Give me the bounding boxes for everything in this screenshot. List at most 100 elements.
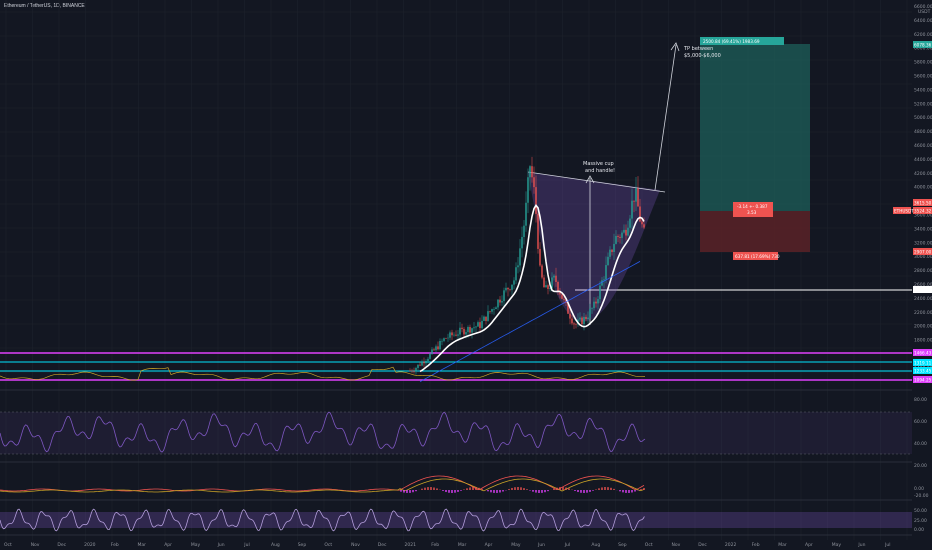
candle-body: [529, 166, 531, 178]
candle-body: [469, 326, 471, 333]
chart-canvas[interactable]: Massive cup and handle! TP between $5,00…: [0, 0, 932, 550]
candle-body: [545, 285, 547, 288]
candle-body: [643, 224, 645, 228]
cup-annotation-1: Massive cup: [583, 161, 614, 167]
candle-body: [573, 323, 575, 325]
indicator-tick: -20.00: [914, 493, 929, 499]
candle-body: [613, 243, 615, 252]
price-tick: 6200.00: [914, 32, 932, 38]
indicator-tick: 0.00: [914, 486, 924, 492]
price-badge-label: 1233.45: [914, 369, 932, 374]
indicator-tick: 20.00: [914, 463, 927, 469]
time-tick: Oct: [645, 542, 653, 548]
candle-body: [571, 318, 573, 324]
time-tick: Mar: [458, 542, 467, 548]
candle-body: [539, 248, 541, 266]
price-tick: 4600.00: [914, 143, 932, 149]
macd-line: [0, 475, 645, 492]
price-badge-label: 1319.11: [914, 361, 932, 366]
indicator-tick: 50.00: [914, 508, 927, 514]
candle-body: [629, 218, 631, 228]
price-tick: 5400.00: [914, 87, 932, 93]
candle-body: [593, 301, 595, 309]
target-label: 2500.84 (69.41%) 1983.69: [703, 39, 760, 44]
candle-body: [563, 298, 565, 300]
candle-body: [625, 229, 627, 236]
time-tick: May: [191, 542, 201, 548]
time-tick: 2021: [405, 542, 417, 548]
candle-body: [541, 265, 543, 278]
candle-body: [413, 371, 415, 372]
price-badge-label: 1094.25: [914, 378, 932, 383]
candle-body: [523, 225, 525, 237]
candle-body: [503, 290, 505, 302]
candle-body: [455, 334, 457, 336]
indicator-tick: 0.00: [914, 527, 924, 533]
take-profit-zone[interactable]: [700, 44, 810, 211]
price-badge-label: 1466.43: [914, 351, 932, 356]
candle-body: [461, 327, 463, 329]
candle-body: [445, 338, 447, 339]
price-badge-label: 6078.36: [914, 43, 932, 48]
time-tick: Mar: [138, 542, 147, 548]
cup-annotation-2: and handle!: [585, 168, 615, 174]
ma-blue-line: [419, 261, 641, 383]
time-tick: Jun: [217, 542, 225, 548]
candle-body: [443, 338, 445, 341]
svg-text:USDT: USDT: [918, 9, 931, 15]
time-tick: Dec: [378, 542, 387, 548]
price-tick: 3200.00: [914, 240, 932, 246]
price-tick: 5600.00: [914, 74, 932, 80]
candle-body: [615, 235, 617, 244]
candle-body: [419, 364, 421, 366]
time-tick: Mar: [778, 542, 787, 548]
time-tick: Feb: [431, 542, 439, 548]
candle-body: [491, 309, 493, 312]
candle-body: [553, 275, 555, 278]
candle-body: [439, 340, 441, 350]
price-tick: 5200.00: [914, 101, 932, 107]
price-tick: 4800.00: [914, 129, 932, 135]
candle-body: [495, 307, 497, 310]
candle-body: [479, 322, 481, 329]
candle-body: [441, 340, 443, 342]
candle-body: [621, 232, 623, 238]
candle-body: [459, 327, 461, 335]
price-tick: 4200.00: [914, 171, 932, 177]
candle-body: [581, 317, 583, 325]
candle-body: [505, 287, 507, 291]
time-tick: Jul: [564, 542, 570, 548]
candle-body: [451, 332, 453, 336]
time-tick: Oct: [324, 542, 332, 548]
candle-body: [585, 316, 587, 320]
tp-annotation-1: TP between: [683, 46, 713, 52]
candle-body: [605, 265, 607, 280]
stop-loss-zone[interactable]: [700, 211, 810, 252]
time-tick: Dec: [698, 542, 707, 548]
candle-body: [595, 301, 597, 304]
candle-body: [415, 367, 417, 372]
candle-body: [531, 166, 533, 178]
candle-body: [599, 285, 601, 300]
candle-body: [597, 299, 599, 304]
macd-histogram: [400, 487, 645, 493]
price-tick: 5000.00: [914, 115, 932, 121]
time-tick: Nov: [31, 542, 40, 548]
candle-body: [417, 364, 419, 368]
price-tick: 1800.00: [914, 338, 932, 344]
candle-body: [511, 284, 513, 290]
candle-body: [583, 316, 585, 325]
time-tick: Jun: [857, 542, 865, 548]
time-tick: Apr: [485, 542, 493, 548]
candle-body: [499, 299, 501, 303]
candle-body: [421, 361, 423, 366]
time-tick: Nov: [672, 542, 681, 548]
candle-body: [473, 327, 475, 329]
candle-body: [561, 294, 563, 299]
time-tick: 2022: [725, 542, 737, 548]
candle-body: [537, 213, 539, 249]
candle-body: [641, 221, 643, 225]
time-tick: Jun: [537, 542, 545, 548]
time-tick: Sep: [618, 542, 627, 548]
volume-osc-line: [0, 366, 646, 381]
